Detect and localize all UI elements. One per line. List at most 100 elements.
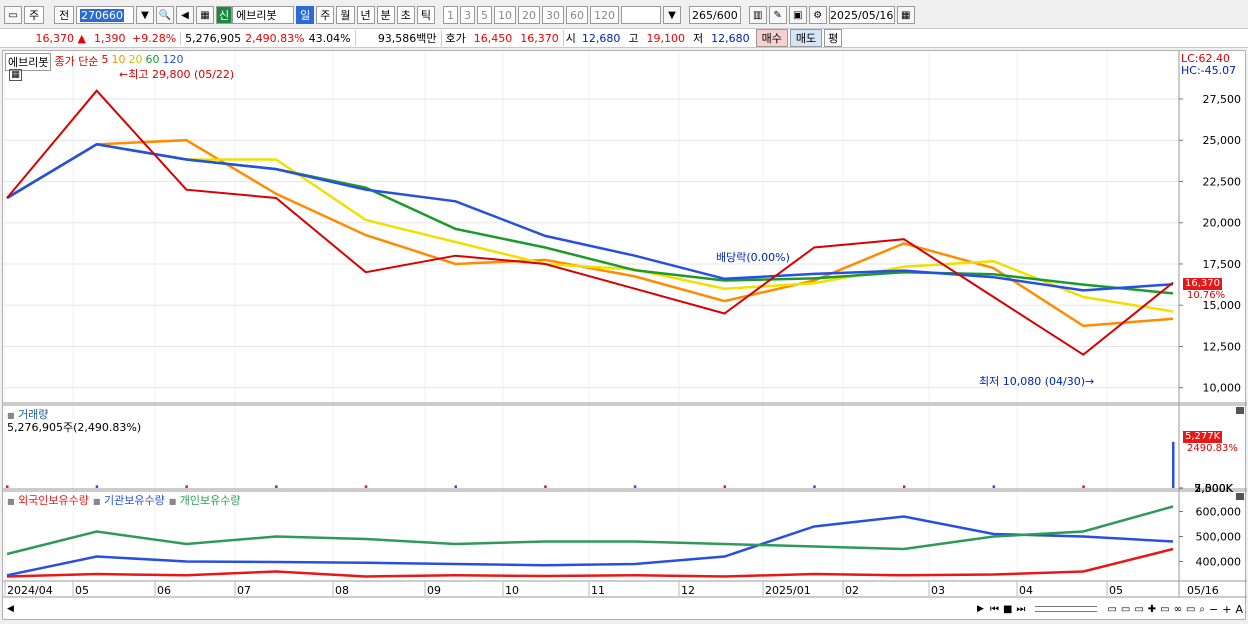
crosshair-icon[interactable]: ✚ <box>1148 604 1156 615</box>
x-tick-label: 06 <box>157 584 171 597</box>
interval-1[interactable]: 1 <box>443 6 458 24</box>
period-year[interactable]: 년 <box>356 6 375 24</box>
y-tick-label: 20,000 <box>1203 217 1242 230</box>
type-select[interactable]: 주 <box>24 6 44 24</box>
table-icon[interactable]: ▦ <box>9 69 22 81</box>
x-tick-label: 2025/01 <box>765 584 811 597</box>
grid-icon[interactable]: ▦ <box>196 6 214 24</box>
scroll-bar: ◀ ▶ ⏮ ■ ⏭ ▭ ▭ ▭ ✚ ▭ ∞ ▭ ⌕ − + A <box>3 599 1247 619</box>
scroll-right-icon[interactable]: ▶ <box>977 604 984 614</box>
y-tick-label: 12,500 <box>1203 340 1242 353</box>
volume-bar <box>633 485 637 488</box>
volume-bar <box>902 485 906 488</box>
x-tick-label: 07 <box>237 584 251 597</box>
price-badge: 16,370 <box>1183 278 1222 290</box>
x-last-label: 05/16 <box>1187 584 1219 597</box>
volume-bar <box>185 485 188 488</box>
period-second[interactable]: 초 <box>396 6 415 24</box>
indicator-icon[interactable]: ▥ <box>748 6 767 24</box>
layout-icon[interactable]: ▭ <box>1160 604 1169 615</box>
y-tick-label: 25,000 <box>1203 134 1242 147</box>
save-icon[interactable]: ▣ <box>788 6 807 24</box>
period-month[interactable]: 월 <box>336 6 355 24</box>
period-tick[interactable]: 틱 <box>416 6 435 24</box>
stop-icon[interactable]: ■ <box>1003 604 1012 615</box>
x-tick-label: 05 <box>75 584 89 597</box>
y-tick-label: 500,000 <box>1196 531 1242 544</box>
interval-120[interactable]: 120 <box>590 6 619 24</box>
x-tick-label: 12 <box>681 584 695 597</box>
interval-5[interactable]: 5 <box>477 6 492 24</box>
foreign-legend: ■ 외국인보유수량 <box>7 494 89 507</box>
zoom-icon[interactable]: ⌕ <box>1199 604 1205 615</box>
mode-select[interactable]: 전 <box>54 6 74 24</box>
count-input[interactable]: 265/600 <box>689 6 741 24</box>
volume-bar <box>6 485 9 488</box>
sell-button[interactable]: 매도 <box>789 29 823 47</box>
bid-value: 16,370 <box>520 31 559 45</box>
calendar-icon[interactable]: ▦ <box>896 6 915 24</box>
chart-svg: 27,500 25,000 22,500 20,000 17,500 15,000 12,5… <box>3 51 1247 598</box>
interval-10[interactable]: 10 <box>494 6 516 24</box>
layout-icon[interactable]: ▭ <box>1186 604 1195 615</box>
date-input[interactable]: 2025/05/16 <box>828 6 895 24</box>
ma-label: 종가 단순 <box>54 55 99 68</box>
layout-icon[interactable]: ▭ <box>1134 604 1143 615</box>
eval-button[interactable]: 평 <box>824 29 843 47</box>
x-tick-label: 11 <box>591 584 605 597</box>
panel-close-icon[interactable] <box>1236 407 1244 414</box>
gear-icon[interactable]: ⚙ <box>808 6 827 24</box>
volume-bar <box>454 485 457 488</box>
x-tick-label: 10 <box>505 584 519 597</box>
interval-60[interactable]: 60 <box>566 6 588 24</box>
price-pct: 10.76% <box>1187 290 1226 301</box>
dividend-note: 배당락(0.00%) <box>716 251 790 264</box>
volume-value: 5,276,905 <box>180 31 245 45</box>
speaker-icon[interactable]: ◀ <box>176 6 194 24</box>
y-tick-label: 600,000 <box>1196 506 1242 519</box>
forward-icon[interactable]: ⏭ <box>1016 604 1025 615</box>
y-tick-label: 22,500 <box>1203 175 1242 188</box>
y-tick-label: 400,000 <box>1196 556 1242 569</box>
layout-icon[interactable]: ▭ <box>1107 604 1116 615</box>
x-tick-label: 02 <box>845 584 859 597</box>
interval-20[interactable]: 20 <box>518 6 540 24</box>
holding-line <box>6 505 1174 556</box>
ma-5: 5 <box>101 53 109 66</box>
ma-line <box>6 142 1174 313</box>
volume-bar <box>723 485 727 488</box>
interval-3[interactable]: 3 <box>460 6 475 24</box>
period-day[interactable]: 일 <box>296 6 315 24</box>
period-week[interactable]: 주 <box>316 6 335 24</box>
zoom-slider[interactable] <box>1035 606 1098 612</box>
draw-icon[interactable]: ✎ <box>768 6 787 24</box>
panel-close-icon[interactable] <box>1236 493 1244 500</box>
interval-custom[interactable] <box>621 6 661 24</box>
turnover: 43.04% <box>308 31 351 45</box>
scroll-left-icon[interactable]: ◀ <box>7 604 14 614</box>
minus-icon[interactable]: − <box>1209 603 1218 616</box>
dropdown-icon[interactable]: ▼ <box>136 6 154 24</box>
dropdown-icon[interactable]: ▼ <box>663 6 681 24</box>
volume-badge: 5,277K <box>1183 431 1223 443</box>
stock-name: 에브리봇 <box>232 6 295 24</box>
pct-value: +9.28% <box>132 31 177 45</box>
period-minute[interactable]: 분 <box>376 6 395 24</box>
code-input[interactable]: 270660 <box>76 6 134 24</box>
vol-ratio: 2,490.83% <box>245 31 305 45</box>
high-value: 19,100 <box>646 31 686 45</box>
ask-value: 16,450 <box>473 31 513 45</box>
search-icon[interactable]: 🔍 <box>156 6 174 24</box>
divider-icon <box>46 6 52 24</box>
link-icon[interactable]: ∞ <box>1174 604 1182 615</box>
window-icon[interactable]: ▭ <box>4 6 22 24</box>
open-value: 12,680 <box>581 31 621 45</box>
plus-icon[interactable]: + <box>1222 603 1231 616</box>
layout-icon[interactable]: ▭ <box>1121 604 1130 615</box>
volume-bar <box>364 485 368 488</box>
buy-button[interactable]: 매수 <box>755 29 788 47</box>
interval-30[interactable]: 30 <box>542 6 564 24</box>
font-icon[interactable]: A <box>1235 603 1243 616</box>
rewind-icon[interactable]: ⏮ <box>990 604 999 615</box>
institution-legend: ■ 기관보유수량 <box>92 494 165 507</box>
